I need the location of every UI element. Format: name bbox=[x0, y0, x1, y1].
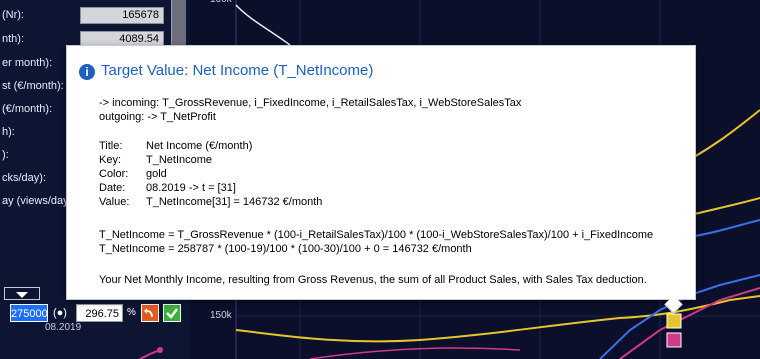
kv-key: Color: bbox=[99, 168, 129, 180]
param-label: ): bbox=[2, 149, 9, 161]
percent-input[interactable]: 296.75 bbox=[76, 304, 123, 322]
y-tick-label: 150k bbox=[210, 310, 232, 321]
param-label: nth): bbox=[2, 33, 25, 45]
kv-key: Value: bbox=[99, 196, 130, 208]
target-value-input[interactable]: 275000 bbox=[10, 304, 48, 322]
kv-value: T_NetIncome bbox=[146, 154, 213, 166]
param-label: cks/day): bbox=[2, 172, 47, 184]
undo-button[interactable] bbox=[141, 304, 159, 322]
kv-value: Net Income (€/month) bbox=[146, 140, 253, 152]
param-label: h): bbox=[2, 126, 15, 138]
param-label: st (€/month): bbox=[2, 80, 64, 92]
param-label: (Nr): bbox=[2, 9, 24, 21]
kv-value: 08.2019 -> t = [31] bbox=[146, 182, 236, 194]
param-label: ay (views/day bbox=[2, 195, 69, 207]
apply-button[interactable] bbox=[163, 304, 181, 322]
date-caption: 08.2019 bbox=[45, 322, 82, 333]
checkmark-icon bbox=[166, 308, 178, 319]
kv-value: T_NetIncome[31] = 146732 €/month bbox=[146, 196, 323, 208]
collapse-toggle-button[interactable] bbox=[4, 287, 40, 300]
percent-sign: % bbox=[127, 307, 136, 318]
kv-row: Title: Net Income (€/month) bbox=[99, 140, 252, 152]
kv-value: gold bbox=[146, 168, 167, 180]
kv-row: Key: T_NetIncome bbox=[99, 154, 212, 166]
kv-key: Key: bbox=[99, 154, 122, 166]
selected-point-marker-secondary[interactable] bbox=[666, 332, 682, 348]
computed-line: T_NetIncome = 258787 * (100-19)/100 * (1… bbox=[99, 243, 472, 255]
chevron-down-icon bbox=[16, 292, 28, 298]
kv-key: Date: bbox=[99, 182, 126, 194]
description-line: Your Net Monthly Income, resulting from … bbox=[99, 274, 647, 286]
param-label: (€/month): bbox=[2, 103, 53, 115]
series-line bbox=[235, 4, 291, 46]
param-label: er month): bbox=[2, 57, 53, 69]
mode-indicator: (●) bbox=[53, 307, 67, 319]
info-icon: i bbox=[79, 64, 95, 80]
tooltip-title-text: Target Value: Net Income (T_NetIncome) bbox=[101, 62, 374, 79]
param-value-field[interactable]: 165678 bbox=[80, 7, 164, 24]
value-edit-row: 275000 (●) 296.75 % bbox=[0, 304, 190, 326]
kv-row: Color: gold bbox=[99, 168, 167, 180]
tooltip-title: i Target Value: Net Income (T_NetIncome) bbox=[79, 62, 373, 80]
incoming-links: -> incoming: T_GrossRevenue, i_FixedInco… bbox=[99, 97, 522, 109]
kv-row: Value: T_NetIncome[31] = 146732 €/month bbox=[99, 196, 322, 208]
info-tooltip: i Target Value: Net Income (T_NetIncome) … bbox=[66, 45, 696, 314]
kv-key: Title: bbox=[99, 140, 123, 152]
mini-series-line bbox=[139, 347, 163, 359]
y-tick-label: 100k bbox=[210, 0, 232, 5]
outgoing-links: outgoing: -> T_NetProfit bbox=[99, 111, 216, 123]
undo-icon bbox=[144, 308, 153, 317]
formula-line: T_NetIncome = T_GrossRevenue * (100-i_Re… bbox=[99, 229, 654, 241]
selected-point-marker[interactable] bbox=[666, 313, 682, 329]
magenta-bottom-line bbox=[309, 347, 521, 359]
kv-row: Date: 08.2019 -> t = [31] bbox=[99, 182, 236, 194]
